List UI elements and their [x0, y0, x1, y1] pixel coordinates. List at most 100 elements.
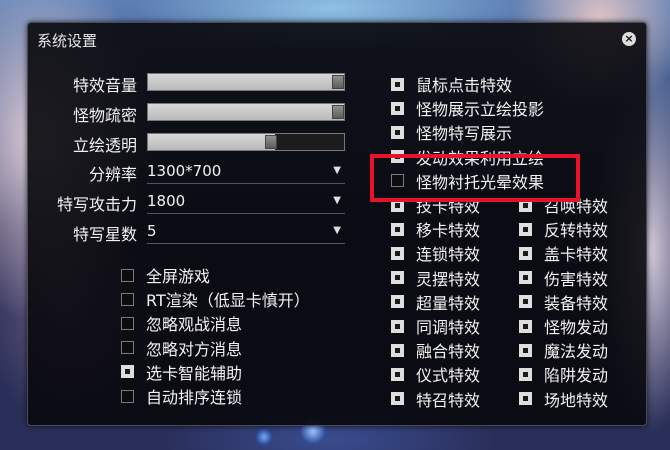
close-button[interactable]: ×: [622, 32, 636, 46]
checkbox-label: 反转特效: [544, 221, 609, 241]
effect-toggle-5[interactable]: 装备特效: [519, 290, 608, 314]
closeup-attack-dropdown[interactable]: 1800 ▼: [147, 191, 345, 214]
checkbox-label: 融合特效: [416, 342, 481, 362]
monster-density-label: 怪物疏密: [72, 106, 137, 125]
effect-toggle-9[interactable]: 特召特效: [391, 387, 480, 411]
checkbox-label: 装备特效: [544, 293, 609, 313]
effect-toggle-5[interactable]: 超量特效: [391, 290, 480, 314]
checkbox[interactable]: [519, 392, 532, 406]
sound-effect-volume-label: 特效音量: [72, 76, 137, 95]
effect-option-3[interactable]: 怪物特写展示: [391, 120, 512, 144]
closeup-attack-label: 特写攻击力: [56, 195, 137, 214]
checkbox[interactable]: [519, 367, 532, 381]
effect-toggle-6[interactable]: 怪物发动: [519, 314, 608, 338]
effect-toggle-2[interactable]: 移卡特效: [391, 217, 480, 241]
checkbox-label: 选卡智能辅助: [146, 363, 243, 383]
checkbox[interactable]: [121, 389, 134, 403]
checkbox-label: 盖卡特效: [544, 245, 609, 265]
checkbox-label: 鼠标点击特效: [416, 76, 513, 95]
option-3[interactable]: 忽略观战消息: [121, 311, 242, 335]
checkbox[interactable]: [121, 341, 134, 355]
effect-option-1[interactable]: 鼠标点击特效: [391, 72, 512, 96]
illustration-opacity-label: 立绘透明: [72, 136, 137, 155]
checkbox[interactable]: [519, 222, 532, 236]
checkbox[interactable]: [121, 292, 134, 306]
checkbox[interactable]: [391, 222, 404, 236]
checkbox-label: 忽略观战消息: [146, 315, 243, 335]
checkbox-label: 场地特效: [544, 390, 609, 410]
effect-toggle-6[interactable]: 同调特效: [391, 314, 480, 338]
resolution-label: 分辨率: [88, 165, 137, 184]
checkbox-label: 特召特效: [416, 390, 481, 410]
effect-toggle-9[interactable]: 场地特效: [519, 387, 608, 411]
closeup-stars-value: 5: [147, 222, 157, 240]
monster-density-slider[interactable]: [147, 103, 345, 121]
checkbox[interactable]: [121, 365, 134, 379]
dialog-title: 系统设置: [37, 32, 98, 50]
checkbox[interactable]: [519, 295, 532, 309]
checkbox[interactable]: [391, 367, 404, 381]
dropdown-arrow-icon: ▼: [333, 165, 341, 176]
resolution-dropdown[interactable]: 1300*700 ▼: [147, 161, 345, 184]
checkbox[interactable]: [391, 319, 404, 333]
effect-toggle-4[interactable]: 伤害特效: [519, 266, 608, 290]
effect-toggle-3[interactable]: 连锁特效: [391, 241, 480, 265]
checkbox[interactable]: [519, 246, 532, 260]
option-2[interactable]: RT渲染（低显卡慎开）: [121, 287, 310, 311]
checkbox[interactable]: [519, 271, 532, 285]
checkbox-label: 仪式特效: [416, 366, 481, 386]
checkbox-label: 魔法发动: [544, 342, 609, 362]
checkbox[interactable]: [391, 125, 404, 139]
slider-track: [275, 134, 344, 150]
checkbox[interactable]: [519, 343, 532, 357]
option-5[interactable]: 选卡智能辅助: [121, 360, 242, 384]
checkbox[interactable]: [519, 319, 532, 333]
resolution-value: 1300*700: [147, 162, 222, 180]
sound-effect-volume-slider[interactable]: [147, 73, 345, 91]
checkbox-label: 连锁特效: [416, 245, 481, 265]
slider-handle[interactable]: [332, 105, 344, 119]
dialog-titlebar[interactable]: 系统设置 ×: [28, 23, 646, 57]
dropdown-arrow-icon: ▼: [333, 195, 341, 206]
effect-toggle-2[interactable]: 反转特效: [519, 217, 608, 241]
checkbox-label: RT渲染（低显卡慎开）: [146, 291, 310, 311]
effect-toggle-7[interactable]: 魔法发动: [519, 338, 608, 362]
checkbox-label: 同调特效: [416, 318, 481, 337]
checkbox-label: 怪物特写展示: [416, 124, 513, 144]
checkbox[interactable]: [121, 316, 134, 330]
checkbox-label: 怪物展示立绘投影: [416, 100, 545, 120]
checkbox-label: 自动排序连锁: [146, 388, 243, 407]
effect-toggle-3[interactable]: 盖卡特效: [519, 241, 608, 265]
effect-toggle-8[interactable]: 仪式特效: [391, 362, 480, 386]
closeup-attack-value: 1800: [147, 192, 186, 210]
checkbox-label: 移卡特效: [416, 221, 481, 241]
option-4[interactable]: 忽略对方消息: [121, 336, 242, 360]
checkbox[interactable]: [121, 268, 134, 282]
option-1[interactable]: 全屏游戏: [121, 263, 210, 287]
closeup-stars-dropdown[interactable]: 5 ▼: [147, 221, 345, 244]
checkbox-label: 怪物发动: [544, 318, 609, 337]
effect-toggle-4[interactable]: 灵摆特效: [391, 266, 480, 290]
effect-toggle-8[interactable]: 陷阱发动: [519, 362, 608, 386]
checkbox-label: 灵摆特效: [416, 269, 481, 289]
highlight-box: [370, 154, 580, 202]
checkbox[interactable]: [391, 246, 404, 260]
dropdown-arrow-icon: ▼: [333, 225, 341, 236]
slider-handle[interactable]: [265, 135, 278, 149]
checkbox[interactable]: [391, 77, 404, 91]
effect-toggle-7[interactable]: 融合特效: [391, 338, 480, 362]
checkbox[interactable]: [391, 392, 404, 406]
checkbox[interactable]: [391, 343, 404, 357]
option-6[interactable]: 自动排序连锁: [121, 384, 242, 408]
checkbox-label: 全屏游戏: [146, 267, 211, 286]
illustration-opacity-slider[interactable]: [147, 133, 345, 151]
effect-option-2[interactable]: 怪物展示立绘投影: [391, 96, 544, 120]
checkbox-label: 超量特效: [416, 293, 481, 313]
system-settings-dialog: 系统设置 × 特效音量 怪物疏密 立绘透明 分辨率 1300*700 ▼ 特写攻…: [27, 22, 647, 426]
checkbox[interactable]: [391, 101, 404, 115]
checkbox-label: 忽略对方消息: [146, 339, 243, 359]
checkbox-label: 陷阱发动: [544, 366, 609, 386]
slider-handle[interactable]: [332, 75, 344, 89]
checkbox[interactable]: [391, 295, 404, 309]
checkbox[interactable]: [391, 271, 404, 285]
